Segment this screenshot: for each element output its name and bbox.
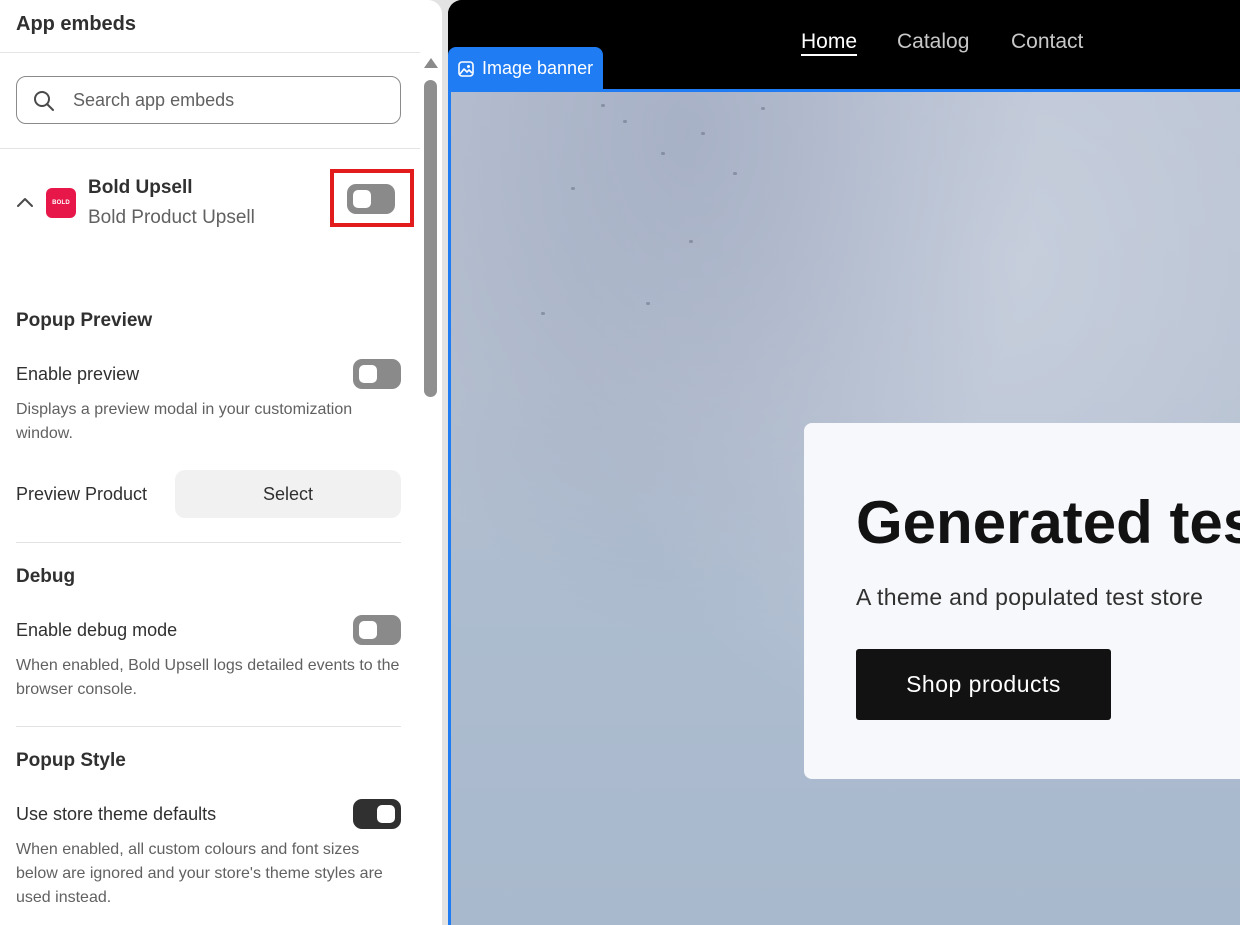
enable-preview-help: Displays a preview modal in your customi… [16, 401, 353, 442]
speck [689, 240, 693, 243]
search-box[interactable] [16, 76, 401, 124]
toggle-knob [359, 365, 377, 383]
store-preview: Home Catalog Contact Generated tes A the… [448, 0, 1240, 925]
toggle-knob [359, 621, 377, 639]
highlight-box [330, 169, 414, 227]
search-icon [34, 91, 54, 111]
speck [661, 152, 665, 155]
toggle-knob [377, 805, 395, 823]
enable-preview-toggle[interactable] [353, 359, 401, 389]
enable-debug-toggle[interactable] [353, 615, 401, 645]
speck [601, 104, 605, 107]
image-icon [458, 60, 474, 77]
speck [733, 172, 737, 175]
enable-debug-label: Enable debug mode [16, 620, 178, 640]
app-subtitle: Bold Product Upsell [88, 207, 255, 228]
select-product-button[interactable]: Select [175, 470, 401, 518]
scroll-up-arrow-icon[interactable] [424, 58, 438, 68]
nav-link-catalog[interactable]: Catalog [897, 30, 969, 54]
app-embeds-panel: App embeds BOLD Bold Upsell Bold Product… [0, 0, 442, 925]
enable-preview-label: Enable preview [16, 364, 140, 384]
hero-card: Generated tes A theme and populated test… [804, 423, 1240, 779]
nav-link-home[interactable]: Home [801, 30, 857, 54]
section-title-popup-preview: Popup Preview [16, 310, 153, 331]
enable-debug-help: When enabled, Bold Upsell logs detailed … [16, 657, 400, 698]
nav-link-contact[interactable]: Contact [1011, 30, 1083, 54]
section-title-debug: Debug [16, 566, 76, 587]
preview-product-label: Preview Product [16, 484, 148, 504]
section-title-popup-style: Popup Style [16, 750, 126, 771]
hero-title: Generated tes [856, 489, 1240, 556]
theme-defaults-toggle[interactable] [353, 799, 401, 829]
panel-header: App embeds [0, 0, 420, 53]
speck [646, 302, 650, 305]
chevron-up-icon[interactable] [16, 196, 34, 208]
image-banner[interactable]: Generated tes A theme and populated test… [448, 89, 1240, 925]
theme-defaults-label: Use store theme defaults [16, 804, 217, 824]
divider [0, 148, 420, 149]
image-banner-tag[interactable]: Image banner [448, 47, 603, 90]
scrollbar-thumb[interactable] [424, 80, 437, 397]
hero-subtitle: A theme and populated test store [856, 584, 1204, 610]
app-name: Bold Upsell [88, 177, 193, 198]
speck [623, 120, 627, 123]
bold-logo: BOLD [46, 188, 76, 218]
speck [761, 107, 765, 110]
speck [701, 132, 705, 135]
banner-tag-label: Image banner [482, 58, 594, 78]
theme-defaults-help: When enabled, all custom colours and fon… [16, 841, 383, 906]
speck [571, 187, 575, 190]
speck [541, 312, 545, 315]
bold-logo-text: BOLD [52, 200, 70, 206]
divider [16, 542, 401, 543]
search-input[interactable] [73, 85, 383, 115]
divider [16, 726, 401, 727]
shop-products-button[interactable]: Shop products [856, 649, 1111, 720]
panel-title: App embeds [16, 13, 137, 35]
